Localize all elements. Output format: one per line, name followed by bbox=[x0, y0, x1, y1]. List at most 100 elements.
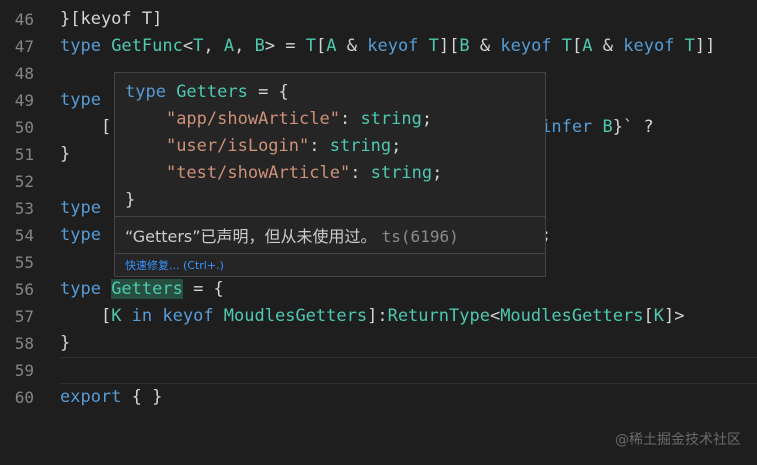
hover-popup: type Getters = { "app/showArticle": stri… bbox=[114, 72, 546, 277]
code-token: K bbox=[111, 306, 122, 326]
code-token: B bbox=[459, 36, 470, 56]
line-number: 57 bbox=[14, 307, 34, 326]
line-code: type Getters = { bbox=[60, 276, 224, 303]
code-token: "app/showArticle" bbox=[165, 109, 340, 129]
code-token: : bbox=[309, 136, 330, 156]
code-token: > = bbox=[264, 36, 306, 56]
code-token: infer bbox=[541, 117, 603, 137]
diagnostic-code: ts(6196) bbox=[381, 227, 459, 246]
code-token: < bbox=[182, 36, 194, 56]
editor-line[interactable]: 46 }[keyof T] bbox=[0, 6, 757, 33]
line-number: 48 bbox=[14, 64, 34, 83]
code-token: & bbox=[469, 36, 501, 56]
code-token: T bbox=[305, 36, 317, 56]
code-token: Getters bbox=[111, 279, 183, 299]
code-token: [ bbox=[316, 36, 327, 56]
line-number: 50 bbox=[14, 118, 34, 137]
code-token: [ bbox=[643, 306, 654, 326]
line-number: 52 bbox=[14, 172, 34, 191]
code-token: ]] bbox=[694, 36, 716, 56]
code-token: A bbox=[223, 36, 235, 56]
line-code: type GetFunc<T, A, B> = T[A & keyof T][B… bbox=[60, 33, 715, 60]
code-token: keyof bbox=[500, 36, 562, 56]
code-token: } bbox=[125, 190, 136, 210]
code-token: B bbox=[602, 117, 613, 137]
code-token: "test/showArticle" bbox=[165, 163, 351, 183]
code-token: in keyof bbox=[121, 306, 224, 326]
line-number: 53 bbox=[14, 199, 34, 218]
code-token: B bbox=[254, 36, 265, 56]
code-token: [ bbox=[60, 117, 112, 137]
line-number: 54 bbox=[14, 226, 34, 245]
hover-type-preview: type Getters = { "app/showArticle": stri… bbox=[125, 79, 535, 214]
editor-line[interactable]: 59 bbox=[0, 357, 757, 384]
line-code: }[keyof T] bbox=[60, 6, 162, 33]
hover-code-line: "test/showArticle": string; bbox=[125, 160, 535, 187]
code-token: type bbox=[60, 225, 101, 245]
code-token: A bbox=[326, 36, 337, 56]
code-token: T bbox=[428, 36, 439, 56]
code-token: type bbox=[60, 198, 101, 218]
code-token: T bbox=[193, 36, 204, 56]
line-number: 60 bbox=[14, 388, 34, 407]
diagnostic-message: “Getters”已声明，但从未使用过。 ts(6196) bbox=[125, 223, 459, 250]
code-token: : bbox=[350, 163, 371, 183]
code-token: string bbox=[370, 163, 433, 183]
code-token: A bbox=[582, 36, 593, 56]
line-number: 51 bbox=[14, 145, 34, 164]
hover-footer: 快速修复... (Ctrl+.) bbox=[115, 253, 545, 276]
line-number: 46 bbox=[14, 10, 34, 29]
code-token: GetFunc bbox=[111, 36, 183, 56]
code-token: type bbox=[60, 279, 112, 299]
code-token: string bbox=[329, 136, 392, 156]
hover-divider bbox=[115, 216, 545, 217]
code-token: MoudlesGetters bbox=[223, 306, 368, 326]
code-token: : bbox=[339, 109, 361, 129]
hover-code-line: "app/showArticle": string; bbox=[125, 106, 535, 133]
code-token: ; bbox=[432, 163, 443, 183]
code-token: } bbox=[60, 144, 71, 164]
code-token: ]: bbox=[367, 306, 388, 326]
code-token: ]> bbox=[663, 306, 685, 326]
code-token: = { bbox=[247, 82, 289, 102]
code-token: type bbox=[60, 90, 101, 110]
code-token: MoudlesGetters bbox=[500, 306, 644, 326]
code-token: T bbox=[561, 36, 573, 56]
line-code: type bbox=[60, 87, 101, 114]
editor-line[interactable]: 60 export { } bbox=[0, 384, 757, 411]
diagnostic-text: “Getters”已声明，但从未使用过。 bbox=[125, 227, 377, 246]
code-token: { } bbox=[121, 387, 163, 407]
code-editor[interactable]: 46}[keyof T] 47 type GetFunc<T, A, B> = T[… bbox=[0, 0, 757, 465]
code-token: keyof bbox=[623, 36, 685, 56]
hover-code-line: } bbox=[125, 187, 535, 214]
code-token: = { bbox=[182, 279, 224, 299]
code-token: K bbox=[653, 306, 664, 326]
code-token: ; bbox=[391, 136, 402, 156]
hover-code-line: "user/isLogin": string; bbox=[125, 133, 535, 160]
editor-line[interactable]: 58} bbox=[0, 330, 757, 357]
code-token: export bbox=[60, 387, 122, 407]
quick-fix-link[interactable]: 快速修复... (Ctrl+.) bbox=[125, 257, 224, 273]
code-token: [ bbox=[60, 306, 112, 326]
line-code: } bbox=[60, 330, 70, 357]
line-code: [K in keyof MoudlesGetters]:ReturnType<M… bbox=[60, 303, 685, 330]
editor-line[interactable]: 47 type GetFunc<T, A, B> = T[A & keyof T]… bbox=[0, 33, 757, 60]
line-number: 56 bbox=[14, 280, 34, 299]
code-token: type bbox=[60, 36, 112, 56]
hover-code-line: type Getters = { bbox=[125, 79, 535, 106]
code-token: , bbox=[234, 36, 255, 56]
line-number: 47 bbox=[14, 37, 34, 56]
code-token: string bbox=[360, 109, 422, 129]
code-token: }` ? bbox=[612, 117, 654, 137]
editor-line[interactable]: 57 [K in keyof MoudlesGetters]:ReturnTyp… bbox=[0, 303, 757, 330]
code-token: ][ bbox=[438, 36, 460, 56]
code-token: & bbox=[592, 36, 624, 56]
code-token: keyof bbox=[367, 36, 429, 56]
watermark: @稀土掘金技术社区 bbox=[615, 432, 741, 448]
code-token: , bbox=[203, 36, 224, 56]
code-token: & bbox=[336, 36, 368, 56]
code-token: }[keyof T] bbox=[60, 9, 163, 29]
editor-line[interactable]: 56 type Getters = { bbox=[0, 276, 757, 303]
